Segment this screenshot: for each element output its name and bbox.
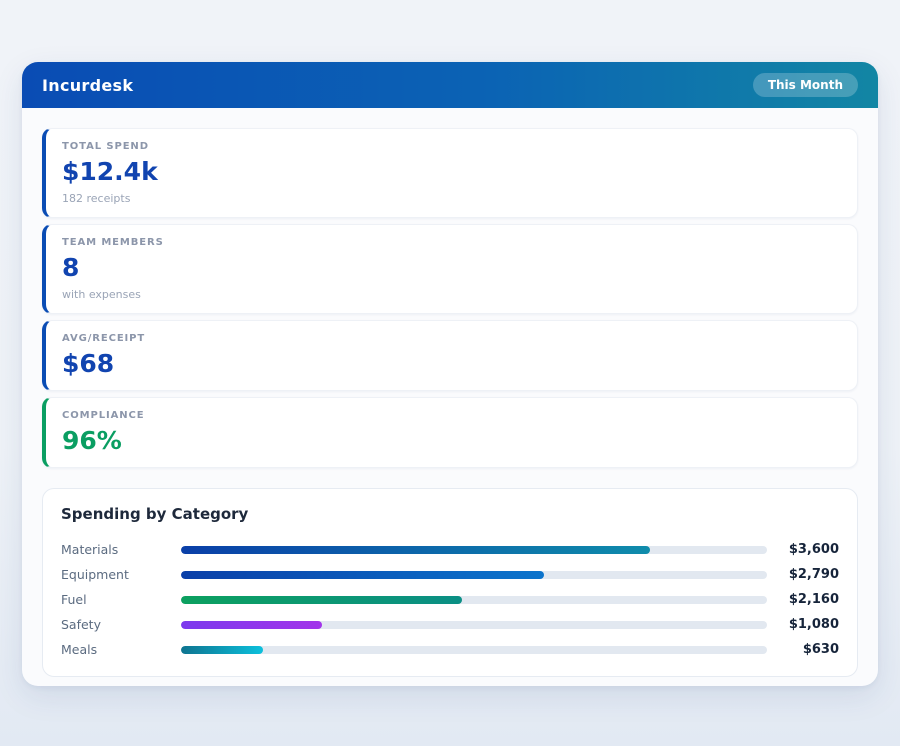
category-bar-fill <box>181 570 545 579</box>
category-value: $2,160 <box>788 592 839 607</box>
chart-row: Fuel $2,160 <box>61 587 839 612</box>
category-bar-fill <box>181 545 650 554</box>
stat-card: COMPLIANCE 96% <box>42 397 858 468</box>
chart-row: Equipment $2,790 <box>61 562 839 587</box>
bar-track <box>181 595 767 604</box>
bar-track <box>181 545 767 554</box>
dashboard-panel: Incurdesk This Month TOTAL SPEND $12.4k … <box>22 62 878 686</box>
stat-subtext: with expenses <box>62 288 141 301</box>
stat-label: AVG/RECEIPT <box>62 333 146 344</box>
category-bar-fill <box>181 620 322 629</box>
app-header: Incurdesk This Month <box>22 62 878 108</box>
dashboard-content: TOTAL SPEND $12.4k 182 receipts TEAM MEM… <box>22 108 878 686</box>
stat-value: 96% <box>62 426 122 455</box>
chart-row: Meals $630 <box>61 637 839 662</box>
category-value: $630 <box>802 642 839 657</box>
bar-track <box>181 570 767 579</box>
category-bar-fill <box>181 645 264 654</box>
category-label: Equipment <box>61 567 129 582</box>
category-value: $1,080 <box>788 617 839 632</box>
stat-label: TOTAL SPEND <box>62 141 149 152</box>
category-label: Materials <box>61 542 119 557</box>
category-label: Meals <box>61 642 98 657</box>
spending-chart-card: Spending by Category Materials $3,600 Eq… <box>42 488 858 677</box>
category-value: $3,600 <box>788 542 839 557</box>
chart-row: Safety $1,080 <box>61 612 839 637</box>
stat-card: TEAM MEMBERS 8 with expenses <box>42 224 858 314</box>
chart-title: Spending by Category <box>61 505 249 523</box>
stat-card: AVG/RECEIPT $68 <box>42 320 858 391</box>
period-badge[interactable]: This Month <box>752 73 858 97</box>
bar-track <box>181 645 767 654</box>
stat-label: COMPLIANCE <box>62 410 145 421</box>
category-label: Safety <box>61 617 101 632</box>
stat-value: 8 <box>62 253 80 282</box>
bar-track <box>181 620 767 629</box>
app-title: Incurdesk <box>42 75 134 95</box>
stat-value: $68 <box>62 349 115 378</box>
category-label: Fuel <box>61 592 87 607</box>
stat-label: TEAM MEMBERS <box>62 237 164 248</box>
stat-subtext: 182 receipts <box>62 192 131 205</box>
category-bar-fill <box>181 595 463 604</box>
stat-card: TOTAL SPEND $12.4k 182 receipts <box>42 128 858 218</box>
category-value: $2,790 <box>788 567 839 582</box>
chart-row: Materials $3,600 <box>61 537 839 562</box>
stat-value: $12.4k <box>62 157 158 186</box>
